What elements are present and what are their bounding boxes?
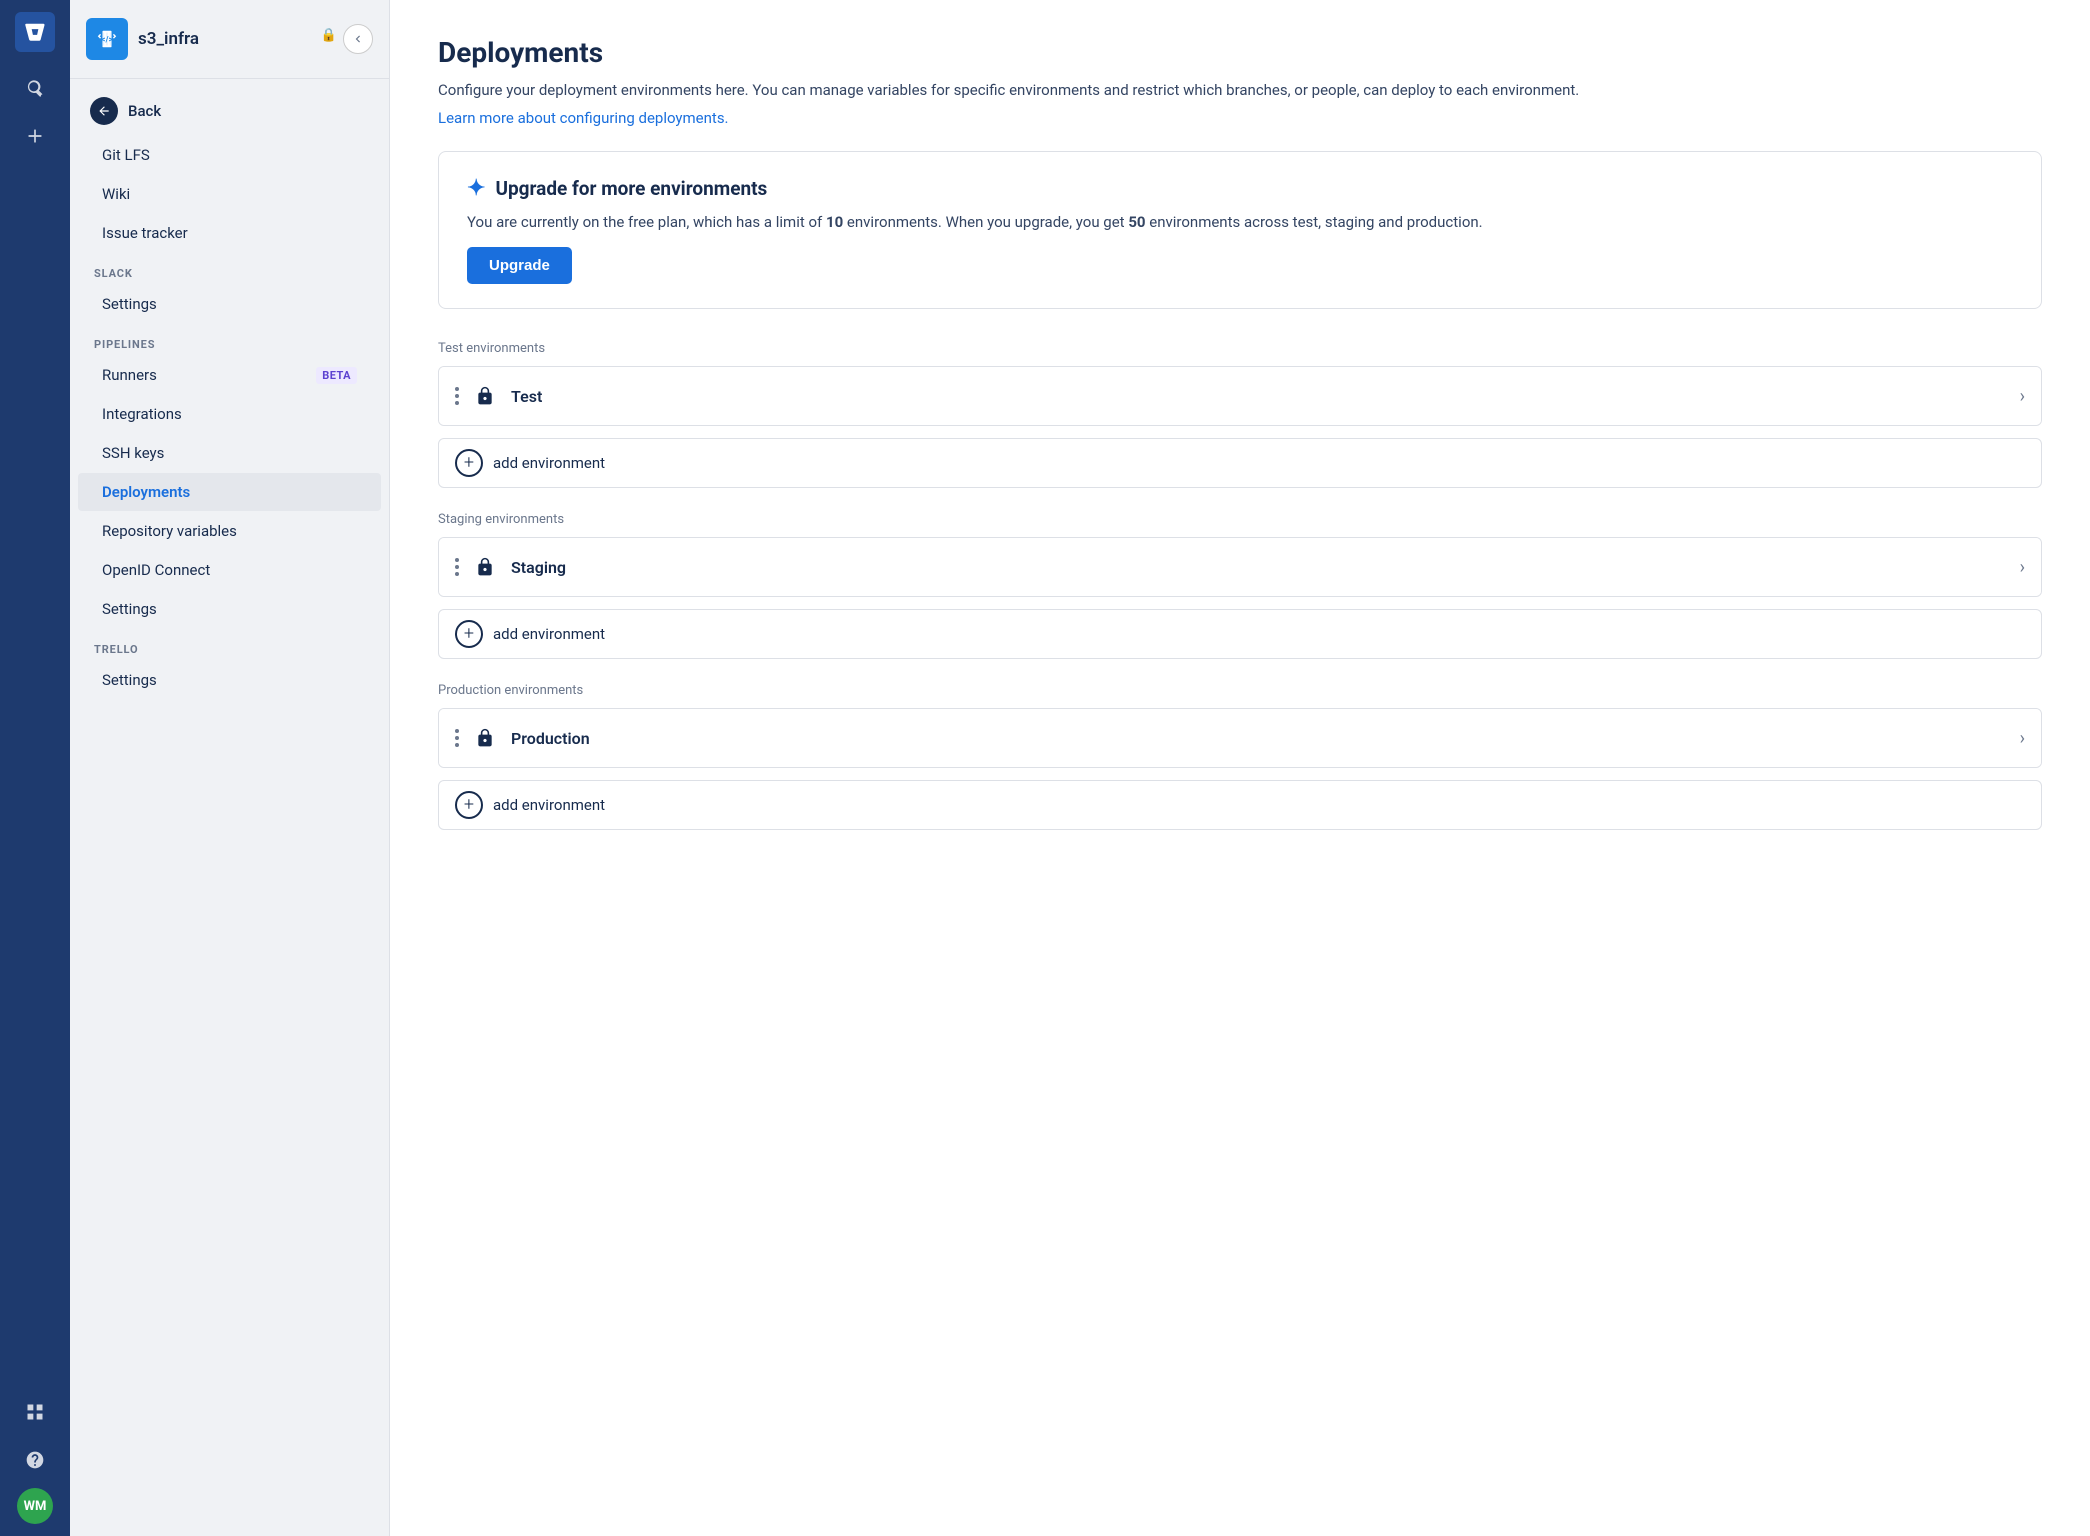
sidebar-item-repo-vars[interactable]: Repository variables: [78, 512, 381, 550]
sidebar-item-git-lfs[interactable]: Git LFS: [78, 136, 381, 174]
trello-section-label: TRELLO: [70, 629, 389, 660]
sidebar-item-wiki[interactable]: Wiki: [78, 175, 381, 213]
test-env-name: Test: [511, 387, 2020, 406]
user-avatar[interactable]: WM: [17, 1488, 53, 1524]
sidebar-item-deployments[interactable]: Deployments: [78, 473, 381, 511]
bitbucket-logo[interactable]: [15, 12, 55, 52]
test-env-row[interactable]: Test ›: [439, 367, 2041, 425]
back-icon: [90, 97, 118, 125]
sidebar-item-trello-settings[interactable]: Settings: [78, 661, 381, 699]
sidebar-item-pipeline-settings[interactable]: Settings: [78, 590, 381, 628]
page-title: Deployments: [438, 36, 2042, 69]
slack-section-label: SLACK: [70, 253, 389, 284]
upgrade-banner-desc: You are currently on the free plan, whic…: [467, 211, 2013, 234]
upgrade-banner-title: ✦ Upgrade for more environments: [467, 176, 2013, 201]
chevron-right-production: ›: [2020, 728, 2025, 749]
test-env-label: Test environments: [438, 341, 2042, 356]
page-description: Configure your deployment environments h…: [438, 79, 2042, 102]
upgrade-button[interactable]: Upgrade: [467, 247, 572, 284]
upgrade-banner: ✦ Upgrade for more environments You are …: [438, 151, 2042, 310]
sidebar-nav: Back Git LFS Wiki Issue tracker SLACK Se…: [70, 79, 389, 1536]
learn-more-link[interactable]: Learn more about configuring deployments…: [438, 109, 729, 127]
chevron-right-staging: ›: [2020, 557, 2025, 578]
lock-icon-staging: [471, 553, 499, 581]
repo-name: s3_infra: [138, 29, 327, 49]
sparkle-icon: ✦: [467, 176, 485, 201]
sidebar-item-ssh-keys[interactable]: SSH keys: [78, 434, 381, 472]
pipelines-section-label: PIPELINES: [70, 324, 389, 355]
sidebar-item-issue-tracker[interactable]: Issue tracker: [78, 214, 381, 252]
drag-handle-test[interactable]: [455, 387, 459, 405]
production-env-name: Production: [511, 729, 2020, 748]
test-env-list: Test ›: [438, 366, 2042, 426]
search-button[interactable]: [15, 68, 55, 108]
sidebar-item-openid[interactable]: OpenID Connect: [78, 551, 381, 589]
drag-handle-production[interactable]: [455, 729, 459, 747]
sidebar-item-slack-settings[interactable]: Settings: [78, 285, 381, 323]
grid-button[interactable]: [15, 1392, 55, 1432]
sidebar-header: </> s3_infra 🔒: [70, 0, 389, 79]
sidebar: </> s3_infra 🔒 Back Git LFS Wiki: [70, 0, 390, 1536]
add-production-env-button[interactable]: + add environment: [438, 780, 2042, 830]
icon-bar: WM: [0, 0, 70, 1536]
plus-icon-test: +: [455, 449, 483, 477]
production-env-label: Production environments: [438, 683, 2042, 698]
create-button[interactable]: [15, 116, 55, 156]
repo-lock-icon: 🔒: [321, 28, 337, 43]
staging-env-name: Staging: [511, 558, 2020, 577]
add-test-env-button[interactable]: + add environment: [438, 438, 2042, 488]
production-env-row[interactable]: Production ›: [439, 709, 2041, 767]
help-button[interactable]: [15, 1440, 55, 1480]
lock-icon-test: [471, 382, 499, 410]
repo-icon: </>: [86, 18, 128, 60]
chevron-right-test: ›: [2020, 386, 2025, 407]
lock-icon-production: [471, 724, 499, 752]
production-env-list: Production ›: [438, 708, 2042, 768]
collapse-sidebar-button[interactable]: [343, 24, 373, 54]
back-button[interactable]: Back: [70, 87, 389, 135]
beta-badge: BETA: [316, 367, 357, 384]
icon-bar-bottom: WM: [15, 1392, 55, 1524]
plus-icon-staging: +: [455, 620, 483, 648]
drag-handle-staging[interactable]: [455, 558, 459, 576]
staging-env-label: Staging environments: [438, 512, 2042, 527]
main-content: Deployments Configure your deployment en…: [390, 0, 2090, 1536]
staging-env-list: Staging ›: [438, 537, 2042, 597]
sidebar-item-runners[interactable]: Runners BETA: [78, 356, 381, 394]
add-staging-env-button[interactable]: + add environment: [438, 609, 2042, 659]
plus-icon-production: +: [455, 791, 483, 819]
sidebar-item-integrations[interactable]: Integrations: [78, 395, 381, 433]
staging-env-row[interactable]: Staging ›: [439, 538, 2041, 596]
svg-text:</>: </>: [101, 35, 113, 45]
